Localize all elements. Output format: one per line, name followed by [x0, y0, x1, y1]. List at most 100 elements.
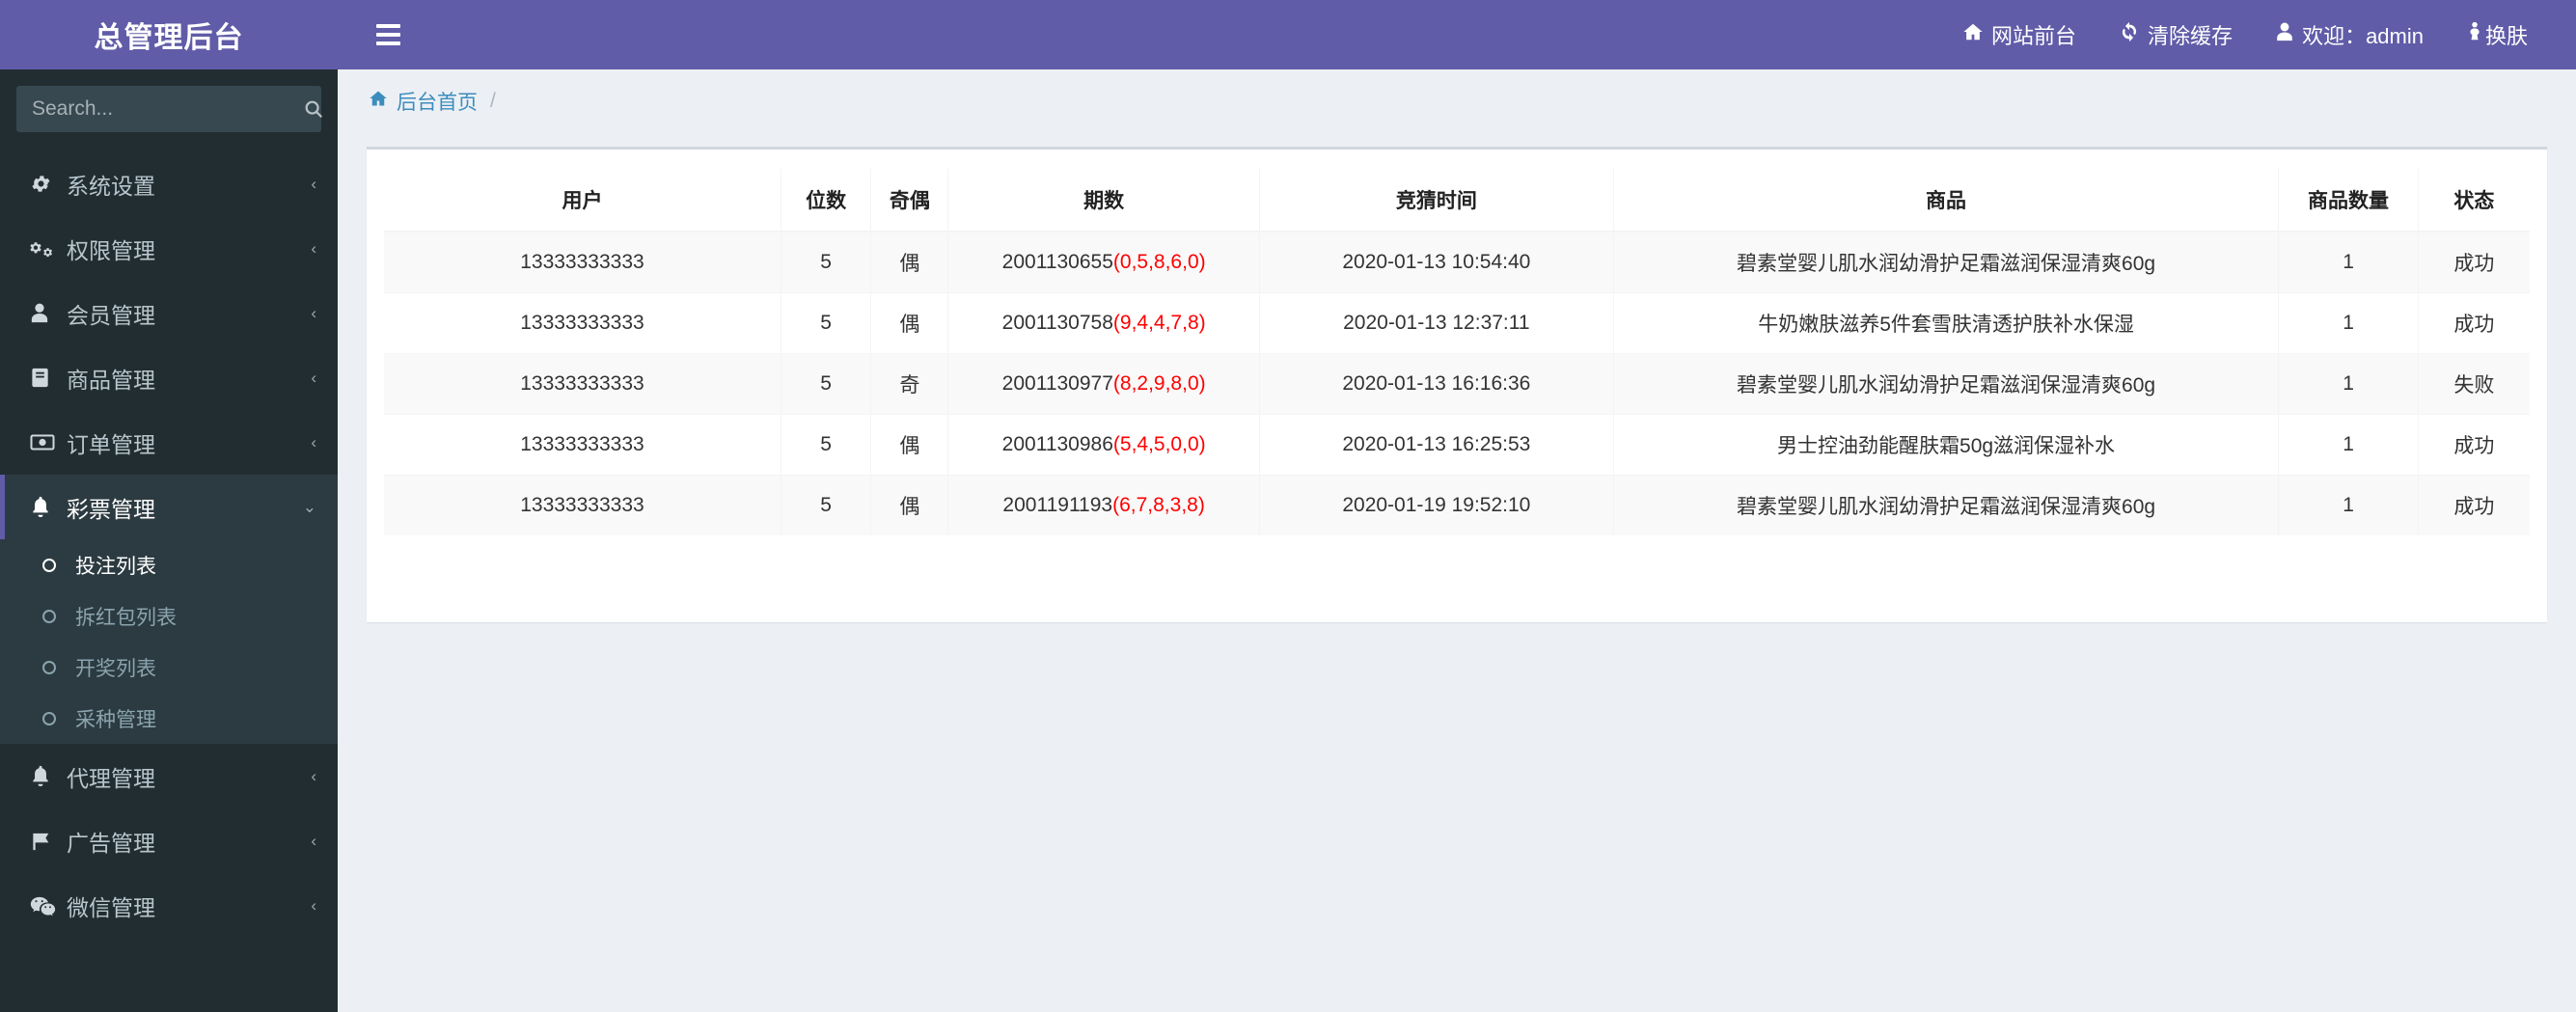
brand-title: 总管理后台 — [0, 0, 338, 69]
period-id: 2001130977 — [1001, 372, 1113, 395]
sidebar-item-lottery[interactable]: 彩票管理 ⌄ — [0, 475, 338, 539]
chevron-left-icon: ‹ — [311, 304, 316, 322]
period-id: 2001130986 — [1001, 433, 1113, 455]
cell-goods-qty: 1 — [2278, 475, 2419, 535]
nav-link-clear-cache[interactable]: 清除缓存 — [2097, 19, 2254, 50]
nav-link-site-front[interactable]: 网站前台 — [1941, 19, 2097, 50]
sidebar-item-wechat[interactable]: 微信管理 ‹ — [0, 873, 338, 938]
sidebar-item-goods[interactable]: 商品管理 ‹ — [0, 345, 338, 410]
sidebar-subitem-redpacket-list[interactable]: 拆红包列表 — [0, 590, 338, 642]
content-body: 用户 位数 奇偶 期数 竞猜时间 商品 商品数量 状态 13333333333 — [338, 127, 2576, 1012]
sidebar-item-label: 代理管理 — [67, 765, 155, 791]
cell-digits: 5 — [780, 475, 871, 535]
sidebar-menu: 系统设置 ‹ 权限管理 ‹ 会员管理 ‹ 商品管理 ‹ 订单管理 ‹ 彩票管理 … — [0, 151, 338, 938]
cell-parity: 偶 — [870, 475, 948, 535]
chevron-left-icon: ‹ — [311, 433, 316, 451]
period-numbers: (0,5,8,6,0) — [1112, 251, 1206, 273]
table-body: 13333333333 5 偶 2001130655(0,5,8,6,0) 20… — [384, 231, 2530, 535]
cell-period: 2001191193(6,7,8,3,8) — [947, 475, 1260, 535]
cell-period: 2001130758(9,4,4,7,8) — [947, 292, 1260, 354]
period-id: 2001130758 — [1001, 312, 1113, 334]
column-header-period: 期数 — [947, 169, 1260, 232]
search-box[interactable] — [16, 86, 323, 132]
book-icon — [30, 367, 67, 389]
chevron-left-icon: ‹ — [311, 369, 316, 387]
column-header-status: 状态 — [2417, 169, 2530, 232]
search-input[interactable] — [32, 97, 293, 121]
cell-status: 成功 — [2417, 231, 2530, 293]
flag-icon — [30, 830, 67, 852]
cell-user: 13333333333 — [384, 353, 781, 415]
cell-digits: 5 — [780, 292, 871, 354]
user-icon — [2275, 21, 2294, 48]
search-icon[interactable] — [293, 98, 334, 120]
cell-parity: 偶 — [870, 292, 948, 354]
cell-digits: 5 — [780, 353, 871, 415]
sidebar-item-members[interactable]: 会员管理 ‹ — [0, 281, 338, 345]
cell-period: 2001130986(5,4,5,0,0) — [947, 414, 1260, 476]
cell-user: 13333333333 — [384, 414, 781, 476]
sidebar-subitem-draw-list[interactable]: 开奖列表 — [0, 642, 338, 693]
sidebar-item-permissions[interactable]: 权限管理 ‹ — [0, 216, 338, 281]
circle-o-icon — [42, 609, 75, 623]
top-navbar: 网站前台 清除缓存 欢迎：admin 换肤 — [338, 0, 2576, 69]
table-row[interactable]: 13333333333 5 奇 2001130977(8,2,9,8,0) 20… — [384, 353, 2530, 415]
sidebar-item-label: 会员管理 — [67, 302, 155, 328]
column-header-guess-time: 竞猜时间 — [1258, 169, 1614, 232]
sidebar-subitem-label: 拆红包列表 — [75, 606, 177, 629]
hamburger-icon[interactable] — [367, 18, 410, 51]
bell-icon — [30, 765, 67, 787]
cell-guess-time: 2020-01-19 19:52:10 — [1258, 475, 1614, 535]
bell-icon — [30, 496, 67, 518]
gear-icon — [30, 173, 67, 195]
cell-goods: 碧素堂婴儿肌水润幼滑护足霜滋润保湿清爽60g — [1612, 475, 2279, 535]
navbar-links: 网站前台 清除缓存 欢迎：admin 换肤 — [1941, 19, 2549, 50]
cell-status: 成功 — [2417, 292, 2530, 354]
sidebar-item-orders[interactable]: 订单管理 ‹ — [0, 410, 338, 475]
sidebar-item-ads[interactable]: 广告管理 ‹ — [0, 808, 338, 873]
home-icon — [1962, 21, 1984, 48]
table-row[interactable]: 13333333333 5 偶 2001191193(6,7,8,3,8) 20… — [384, 475, 2530, 535]
cell-guess-time: 2020-01-13 12:37:11 — [1258, 292, 1614, 354]
sidebar-subitem-bet-list[interactable]: 投注列表 — [0, 539, 338, 590]
chevron-left-icon: ‹ — [311, 175, 316, 193]
chevron-left-icon: ‹ — [311, 896, 316, 915]
sidebar-item-label: 彩票管理 — [67, 496, 155, 522]
sidebar-subitem-label: 投注列表 — [75, 555, 156, 578]
bet-list-panel: 用户 位数 奇偶 期数 竞猜时间 商品 商品数量 状态 13333333333 — [367, 147, 2547, 622]
sidebar-subitem-label: 开奖列表 — [75, 657, 156, 680]
sidebar-item-label: 商品管理 — [67, 367, 155, 393]
refresh-icon — [2119, 21, 2140, 48]
sidebar-search-wrap — [0, 69, 338, 132]
nav-link-welcome-user[interactable]: 欢迎：admin — [2254, 19, 2445, 50]
chevron-left-icon: ‹ — [311, 832, 316, 850]
table-row[interactable]: 13333333333 5 偶 2001130758(9,4,4,7,8) 20… — [384, 292, 2530, 354]
cell-guess-time: 2020-01-13 10:54:40 — [1258, 231, 1614, 293]
cell-guess-time: 2020-01-13 16:16:36 — [1258, 353, 1614, 415]
column-header-digits: 位数 — [780, 169, 871, 232]
chevron-left-icon: ‹ — [311, 767, 316, 785]
money-icon — [30, 431, 67, 453]
cell-goods: 碧素堂婴儿肌水润幼滑护足霜滋润保湿清爽60g — [1612, 231, 2279, 293]
cell-goods: 男士控油劲能醒肤霜50g滋润保湿补水 — [1612, 414, 2279, 476]
cell-status: 成功 — [2417, 414, 2530, 476]
table-row[interactable]: 13333333333 5 偶 2001130655(0,5,8,6,0) 20… — [384, 231, 2530, 293]
cell-parity: 偶 — [870, 231, 948, 293]
period-numbers: (9,4,4,7,8) — [1112, 312, 1206, 334]
cell-goods-qty: 1 — [2278, 353, 2419, 415]
breadcrumb-home-link[interactable]: 后台首页 — [397, 87, 478, 116]
breadcrumb: 后台首页 / — [369, 87, 496, 116]
sidebar-item-label: 系统设置 — [67, 173, 155, 199]
sidebar-subitem-seed-manage[interactable]: 采种管理 — [0, 693, 338, 744]
sidebar-item-label: 权限管理 — [67, 237, 155, 263]
column-header-parity: 奇偶 — [870, 169, 948, 232]
cell-digits: 5 — [780, 231, 871, 293]
sidebar-item-system-settings[interactable]: 系统设置 ‹ — [0, 151, 338, 216]
nav-link-label: 网站前台 — [1991, 24, 2077, 48]
period-numbers: (5,4,5,0,0) — [1112, 433, 1206, 455]
nav-link-change-skin[interactable]: 换肤 — [2445, 19, 2549, 50]
sidebar-item-agent[interactable]: 代理管理 ‹ — [0, 744, 338, 808]
cell-goods-qty: 1 — [2278, 292, 2419, 354]
cell-status: 成功 — [2417, 475, 2530, 535]
table-row[interactable]: 13333333333 5 偶 2001130986(5,4,5,0,0) 20… — [384, 414, 2530, 476]
